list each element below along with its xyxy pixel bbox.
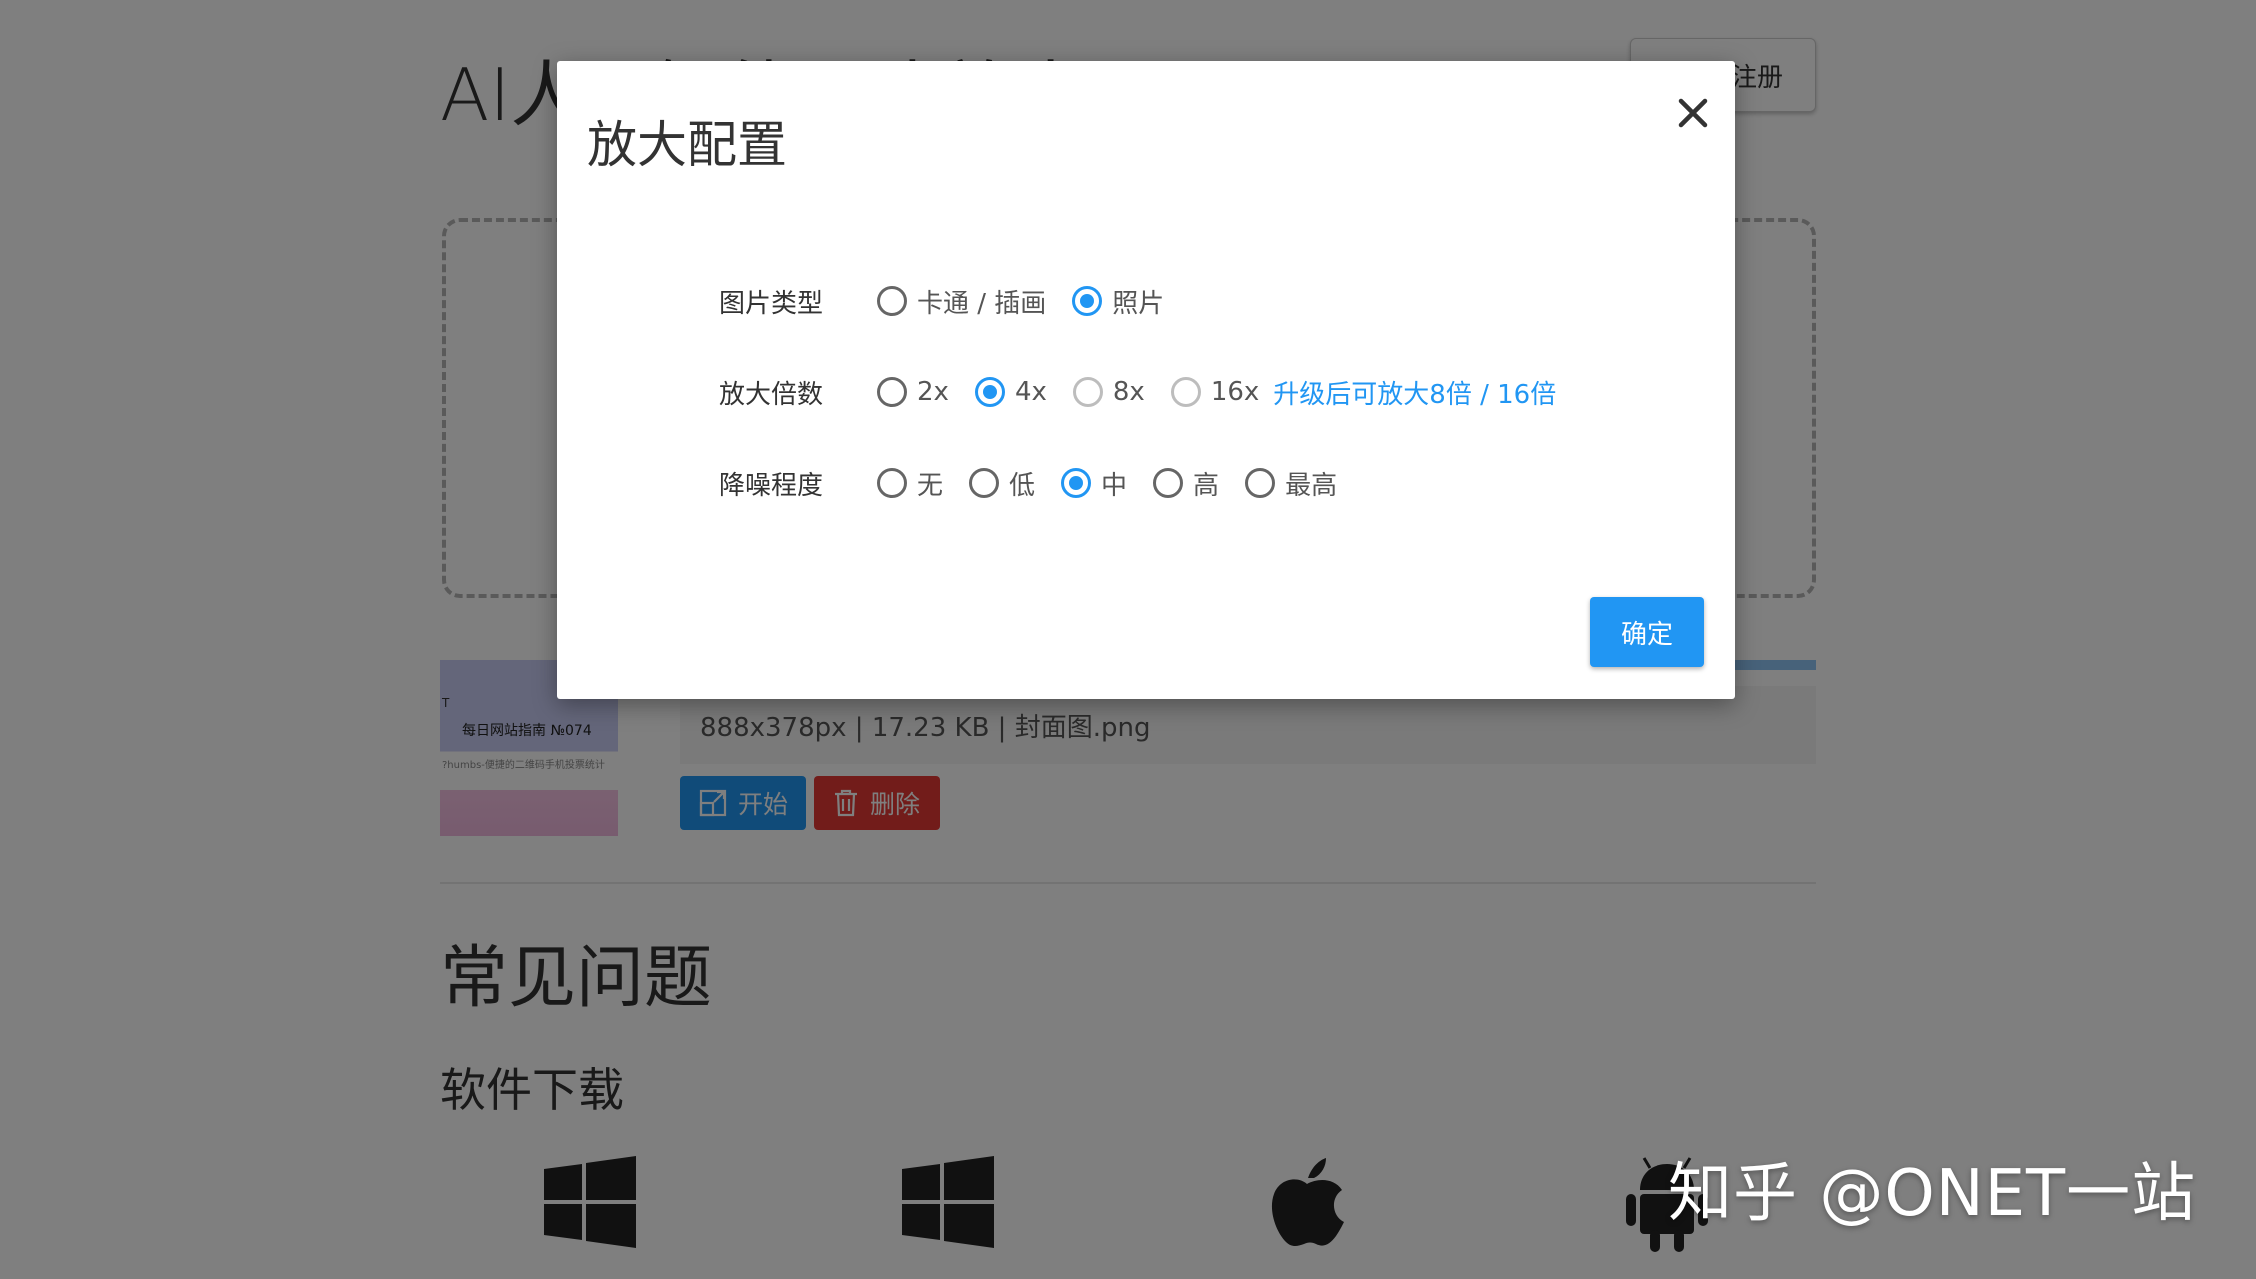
radio-circle <box>1170 377 1201 407</box>
radio-label: 16x <box>1210 377 1260 407</box>
radio-label: 照片 <box>1112 288 1165 319</box>
page: AI人工智能图片放大 注册 T 每日网站指南 №074 ?humbs-便捷的二维… <box>0 0 2256 1279</box>
radio-highest[interactable]: 最高 <box>1245 465 1337 502</box>
radio-medium[interactable]: 中 <box>1061 465 1127 502</box>
image-type-row: 图片类型 卡通 / 插画 照片 <box>719 277 1190 325</box>
radio-label: 2x <box>917 377 949 407</box>
radio-circle[interactable] <box>1072 286 1103 316</box>
modal-title: 放大配置 <box>587 116 787 174</box>
scale-config-modal: 放大配置 图片类型 卡通 / 插画 照片 放大倍数 2x 4x 8x 16x 升… <box>557 61 1735 699</box>
radio-circle[interactable] <box>1061 468 1092 498</box>
confirm-button[interactable]: 确定 <box>1590 597 1704 667</box>
radio-circle <box>1072 377 1103 407</box>
radio-label: 中 <box>1101 470 1128 501</box>
radio-16x: 16x <box>1170 377 1260 407</box>
scale-row: 放大倍数 2x 4x 8x 16x 升级后可放大8倍 / 16倍 <box>719 368 1556 416</box>
radio-circle[interactable] <box>969 468 1000 498</box>
radio-circle[interactable] <box>1153 468 1184 498</box>
radio-high[interactable]: 高 <box>1153 465 1219 502</box>
radio-circle[interactable] <box>877 377 907 407</box>
image-type-label: 图片类型 <box>719 288 824 319</box>
radio-8x: 8x <box>1072 377 1145 407</box>
radio-photo[interactable]: 照片 <box>1072 283 1164 320</box>
radio-label: 最高 <box>1285 470 1338 501</box>
radio-low[interactable]: 低 <box>969 465 1035 502</box>
radio-label: 高 <box>1193 470 1220 501</box>
denoise-label: 降噪程度 <box>719 470 824 501</box>
upgrade-link[interactable]: 升级后可放大8倍 / 16倍 <box>1273 374 1556 411</box>
radio-none[interactable]: 无 <box>877 465 943 502</box>
radio-circle[interactable] <box>877 468 907 498</box>
radio-circle[interactable] <box>974 377 1005 407</box>
scale-label: 放大倍数 <box>719 379 824 410</box>
radio-4x[interactable]: 4x <box>974 377 1047 407</box>
radio-2x[interactable]: 2x <box>877 377 949 407</box>
close-icon <box>1678 98 1708 128</box>
radio-circle[interactable] <box>877 286 907 316</box>
radio-label: 4x <box>1014 377 1047 407</box>
radio-label: 低 <box>1009 470 1036 501</box>
denoise-row: 降噪程度 无 低 中 高 最高 <box>719 459 1363 507</box>
radio-cartoon[interactable]: 卡通 / 插画 <box>877 283 1046 320</box>
close-button[interactable] <box>1663 83 1723 143</box>
radio-label: 8x <box>1112 377 1145 407</box>
radio-circle[interactable] <box>1245 468 1276 498</box>
zhihu-watermark: 知乎 @ONET一站 <box>1668 1157 2197 1231</box>
radio-label: 卡通 / 插画 <box>917 288 1047 319</box>
radio-label: 无 <box>917 470 944 501</box>
